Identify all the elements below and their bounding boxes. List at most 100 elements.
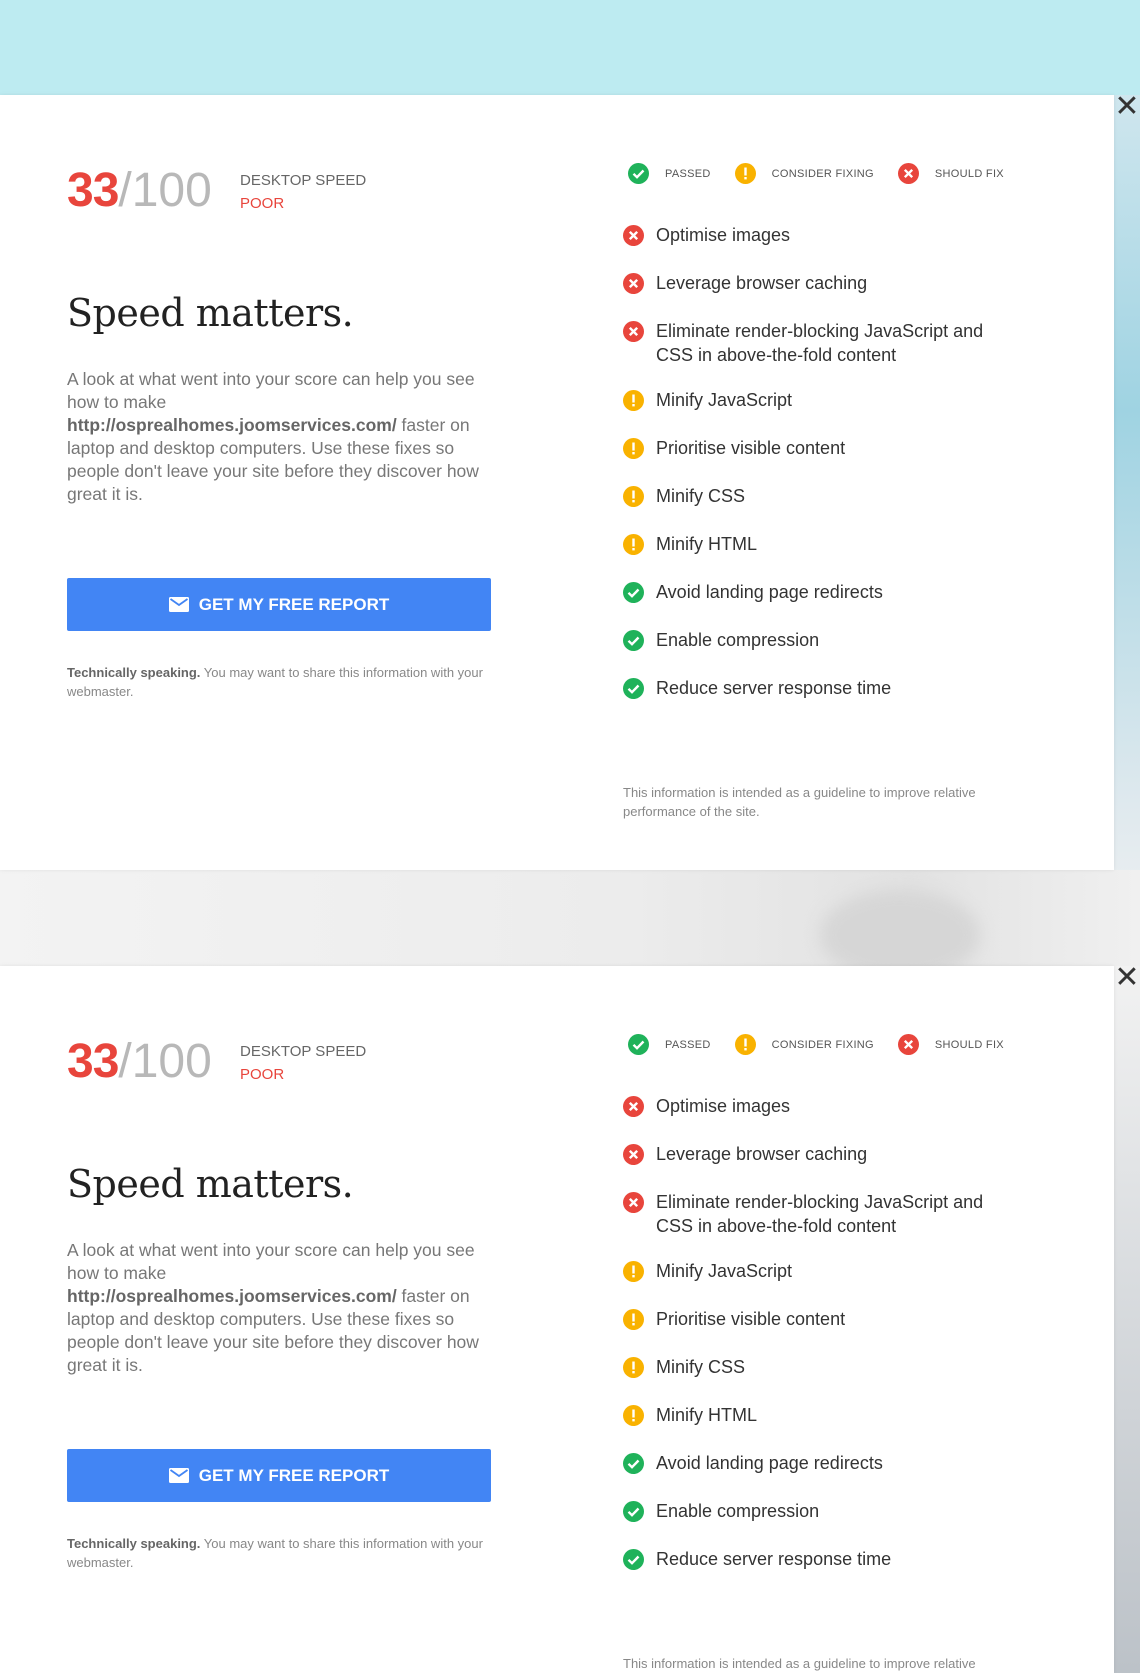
score-value: 33: [67, 1035, 119, 1088]
audit-item: Eliminate render-blocking JavaScript and…: [623, 1190, 996, 1238]
exclamation-circle-icon: [623, 438, 644, 459]
exclamation-circle-icon: [623, 1261, 644, 1282]
technical-note: Technically speaking. You may want to sh…: [67, 665, 483, 699]
description: A look at what went into your score can …: [67, 1240, 479, 1375]
speed-rating: POOR: [240, 195, 285, 212]
headline: Speed matters.: [67, 291, 354, 335]
exclamation-circle-icon: [734, 1034, 756, 1055]
exclamation-circle-icon: [623, 1405, 644, 1426]
check-circle-icon: [628, 1034, 649, 1055]
x-circle-icon: [623, 321, 644, 342]
audit-item-label: Eliminate render-blocking JavaScript and…: [656, 321, 984, 365]
audit-item-label: Prioritise visible content: [656, 1309, 846, 1329]
x-circle-icon: [623, 1096, 644, 1117]
speed-type-label: DESKTOP SPEED: [240, 172, 367, 189]
get-report-button[interactable]: GET MY FREE REPORT: [67, 578, 491, 631]
audit-item: Leverage browser caching: [623, 1142, 996, 1166]
speed-type-label: DESKTOP SPEED: [240, 1043, 367, 1060]
check-circle-icon: [623, 1549, 644, 1570]
legend-consider-fixing: CONSIDER FIXING: [771, 1038, 874, 1051]
site-url: http://osprealhomes.joomservices.com/: [67, 1286, 397, 1306]
exclamation-circle-icon: [623, 1357, 644, 1378]
audit-item-label: Reduce server response time: [656, 678, 892, 698]
audit-item-label: Optimise images: [656, 225, 791, 245]
check-circle-icon: [623, 1453, 644, 1474]
exclamation-circle-icon: [623, 1309, 644, 1330]
audit-item: Minify CSS: [623, 1355, 996, 1379]
x-circle-icon: [623, 1144, 644, 1165]
audit-item: Minify HTML: [623, 532, 996, 556]
status-legend: PASSED CONSIDER FIXING SHOULD FIX: [628, 163, 1028, 184]
audit-item-label: Optimise images: [656, 1096, 791, 1116]
audit-item: Enable compression: [623, 628, 996, 652]
speed-score: 33/100: [67, 163, 212, 218]
mail-icon: [168, 597, 189, 612]
footnote: This information is intended as a guidel…: [623, 785, 976, 819]
exclamation-circle-icon: [734, 163, 756, 184]
audit-item: Eliminate render-blocking JavaScript and…: [623, 319, 996, 367]
check-circle-icon: [623, 582, 644, 603]
technical-note: Technically speaking. You may want to sh…: [67, 1536, 483, 1570]
audit-item: Optimise images: [623, 1094, 996, 1118]
audit-item-label: Avoid landing page redirects: [656, 582, 883, 602]
audit-item: Reduce server response time: [623, 676, 996, 700]
audit-item-label: Minify JavaScript: [656, 390, 793, 410]
score-denominator: /100: [118, 164, 212, 217]
status-legend: PASSED CONSIDER FIXING SHOULD FIX: [628, 1034, 1028, 1055]
check-circle-icon: [623, 1501, 644, 1522]
audit-item-label: Minify CSS: [656, 486, 746, 506]
x-circle-icon: [623, 273, 644, 294]
score-value: 33: [67, 164, 119, 217]
description: A look at what went into your score can …: [67, 369, 479, 504]
audit-item: Leverage browser caching: [623, 271, 996, 295]
audit-item-label: Minify HTML: [656, 534, 758, 554]
x-circle-icon: [897, 1034, 919, 1055]
x-circle-icon: [623, 225, 644, 246]
score-denominator: /100: [118, 1035, 212, 1088]
audit-item-label: Eliminate render-blocking JavaScript and…: [656, 1192, 984, 1236]
audit-item-label: Leverage browser caching: [656, 273, 868, 293]
audit-item-label: Reduce server response time: [656, 1549, 892, 1569]
audit-item: Reduce server response time: [623, 1547, 996, 1571]
get-report-label: GET MY FREE REPORT: [198, 594, 390, 614]
legend-should-fix: SHOULD FIX: [934, 1038, 1004, 1051]
exclamation-circle-icon: [623, 486, 644, 507]
site-url: http://osprealhomes.joomservices.com/: [67, 415, 397, 435]
legend-should-fix: SHOULD FIX: [934, 167, 1004, 180]
audit-item: Minify JavaScript: [623, 1259, 996, 1283]
audit-item-label: Minify CSS: [656, 1357, 746, 1377]
speed-rating: POOR: [240, 1066, 285, 1083]
audit-item-label: Enable compression: [656, 1501, 820, 1521]
audit-item: Minify CSS: [623, 484, 996, 508]
audit-item: Prioritise visible content: [623, 436, 996, 460]
audit-item: Minify HTML: [623, 1403, 996, 1427]
audit-item-label: Avoid landing page redirects: [656, 1453, 883, 1473]
exclamation-circle-icon: [623, 390, 644, 411]
speed-score: 33/100: [67, 1034, 212, 1089]
audit-item: Minify JavaScript: [623, 388, 996, 412]
legend-passed: PASSED: [665, 167, 711, 180]
legend-consider-fixing: CONSIDER FIXING: [771, 167, 874, 180]
x-circle-icon: [623, 1192, 644, 1213]
audit-item: Optimise images: [623, 223, 996, 247]
audit-item: Prioritise visible content: [623, 1307, 996, 1331]
check-circle-icon: [628, 163, 649, 184]
check-circle-icon: [623, 630, 644, 651]
close-icon[interactable]: ✕: [1114, 963, 1140, 993]
mail-icon: [168, 1468, 189, 1483]
audit-item: Enable compression: [623, 1499, 996, 1523]
check-circle-icon: [623, 678, 644, 699]
close-icon[interactable]: ✕: [1114, 92, 1140, 122]
audit-item-label: Minify JavaScript: [656, 1261, 793, 1281]
top-backdrop: [0, 0, 1140, 95]
legend-passed: PASSED: [665, 1038, 711, 1051]
audit-item: Avoid landing page redirects: [623, 580, 996, 604]
audit-item: Avoid landing page redirects: [623, 1451, 996, 1475]
footnote: This information is intended as a guidel…: [623, 1656, 976, 1671]
get-report-button[interactable]: GET MY FREE REPORT: [67, 1449, 491, 1502]
audit-item-label: Prioritise visible content: [656, 438, 846, 458]
exclamation-circle-icon: [623, 534, 644, 555]
audit-item-label: Enable compression: [656, 630, 820, 650]
speed-report-card: 33/100 DESKTOP SPEED POOR Speed matters.…: [0, 95, 1114, 870]
headline: Speed matters.: [67, 1162, 354, 1206]
